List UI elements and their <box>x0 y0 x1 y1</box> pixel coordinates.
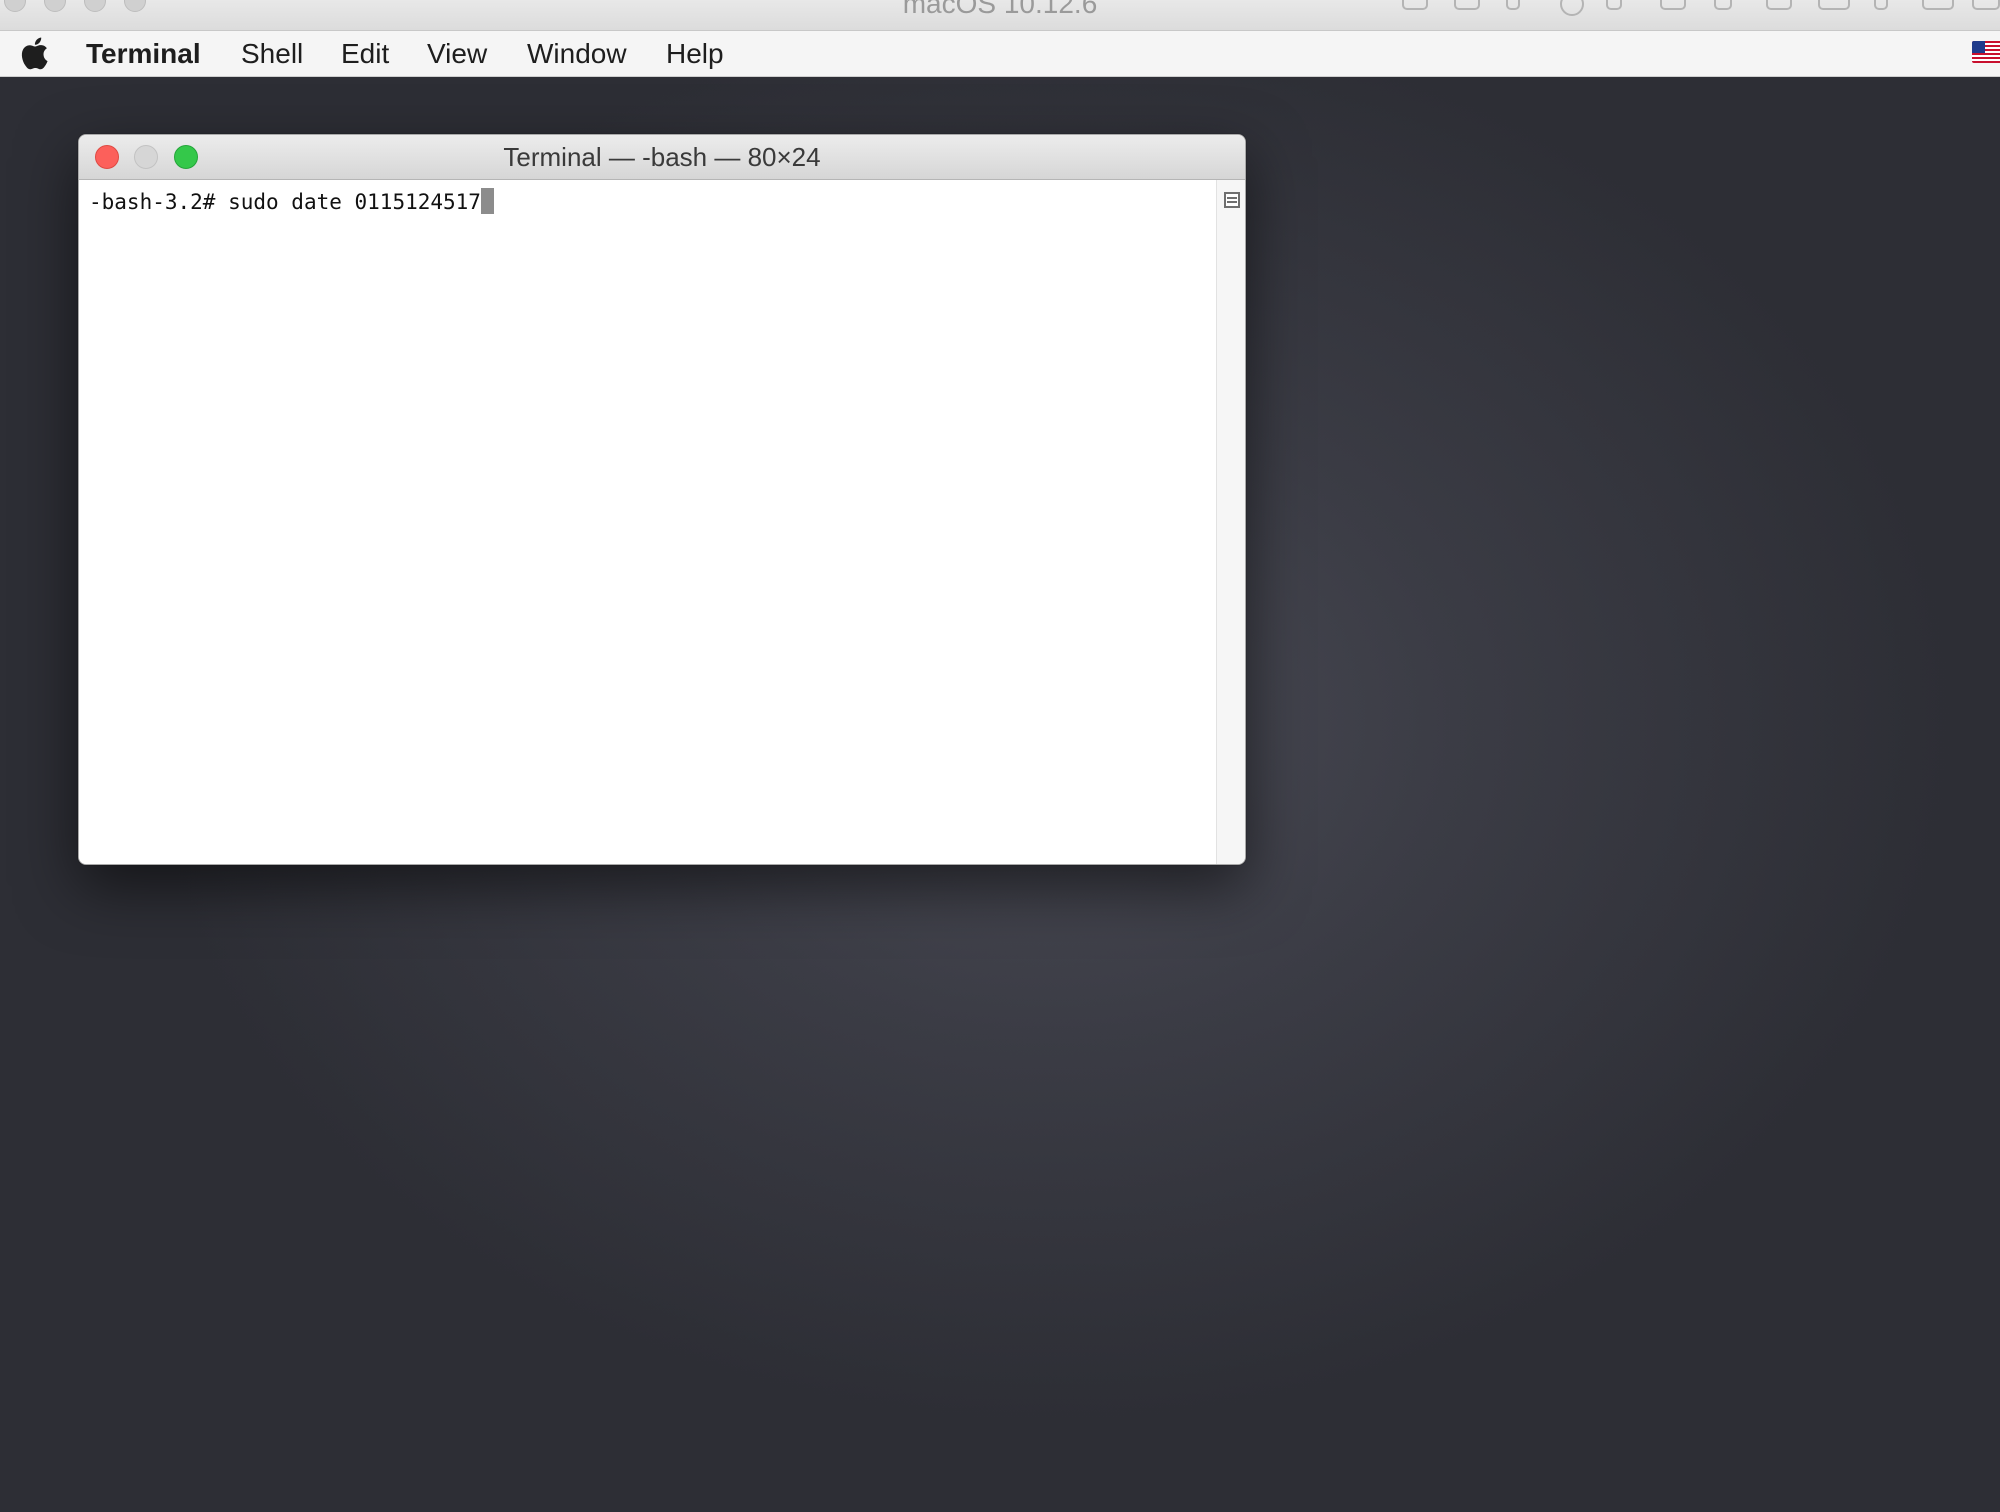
us-flag-icon[interactable] <box>1972 41 2000 63</box>
terminal-scrollbar[interactable] <box>1216 180 1245 864</box>
menu-edit[interactable]: Edit <box>341 31 389 76</box>
terminal-command: sudo date 0115124517 <box>228 190 481 214</box>
split-pane-icon[interactable] <box>1224 192 1240 208</box>
terminal-content[interactable]: -bash-3.2# sudo date 0115124517 <box>79 180 1215 864</box>
host-toolbar-icon[interactable] <box>1922 0 1954 10</box>
host-toolbar-icon[interactable] <box>1874 0 1888 10</box>
host-toolbar-icon[interactable] <box>1972 0 2000 10</box>
terminal-titlebar[interactable]: Terminal — -bash — 80×24 <box>79 135 1245 180</box>
host-window-title: macOS 10.12.6 <box>902 0 1098 19</box>
terminal-command-line: -bash-3.2# sudo date 0115124517 <box>89 188 494 216</box>
host-toolbar-icon[interactable] <box>1766 0 1792 10</box>
text-cursor <box>480 188 494 214</box>
menu-bar: Terminal Shell Edit View Window Help <box>0 31 2000 77</box>
host-window-titlebar: macOS 10.12.6 <box>0 0 2000 31</box>
host-toolbar-icon[interactable] <box>1660 0 1686 10</box>
host-toolbar-icon[interactable] <box>1506 0 1520 10</box>
terminal-window[interactable]: Terminal — -bash — 80×24 -bash-3.2# sudo… <box>78 134 1246 865</box>
menu-app-terminal[interactable]: Terminal <box>86 31 201 76</box>
terminal-prompt: -bash-3.2# <box>89 190 216 214</box>
apple-logo-icon[interactable] <box>19 35 49 71</box>
menu-view[interactable]: View <box>427 31 487 76</box>
host-toolbar-icon[interactable] <box>1454 0 1480 10</box>
menu-help[interactable]: Help <box>666 31 724 76</box>
host-toolbar-icon[interactable] <box>1714 0 1732 10</box>
host-toolbar-icon[interactable] <box>1818 0 1850 10</box>
menu-window[interactable]: Window <box>527 31 627 76</box>
menu-shell[interactable]: Shell <box>241 31 303 76</box>
terminal-window-title: Terminal — -bash — 80×24 <box>503 142 821 172</box>
host-toolbar-icon[interactable] <box>1402 0 1428 10</box>
host-toolbar-icon[interactable] <box>1606 0 1622 10</box>
